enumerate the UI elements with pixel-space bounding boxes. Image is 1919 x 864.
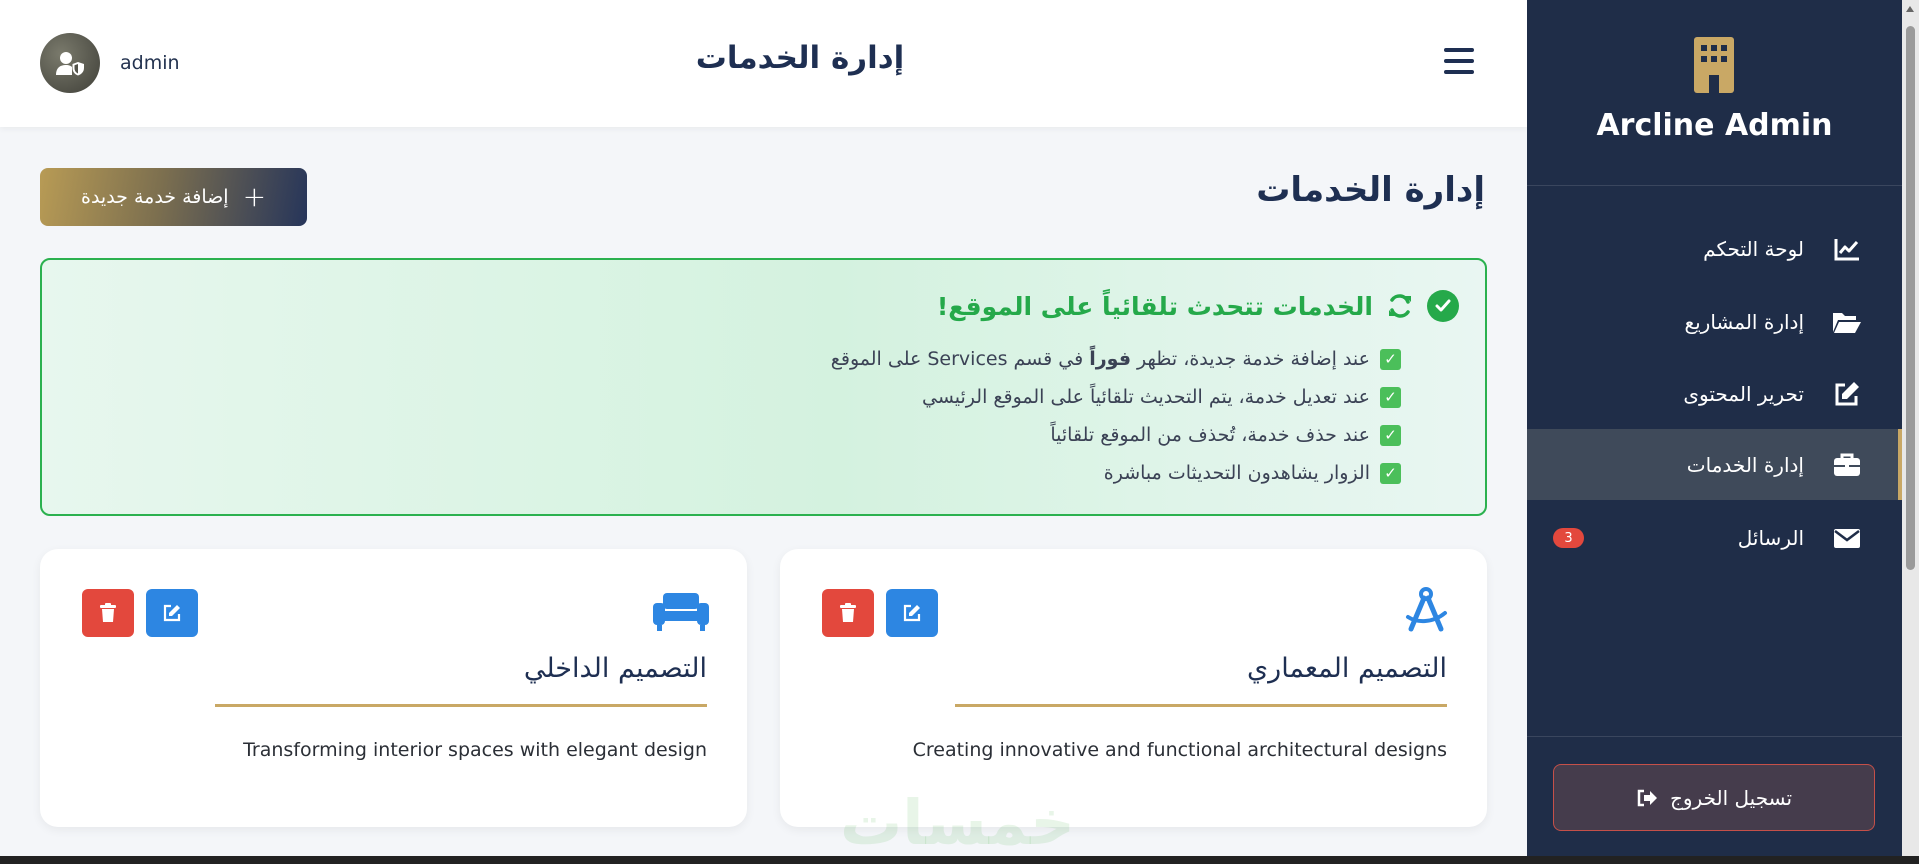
building-icon	[1694, 37, 1734, 93]
service-description: Transforming interior spaces with elegan…	[243, 739, 707, 761]
sync-icon	[1389, 294, 1411, 318]
sidebar-item-label: تحرير المحتوى	[1683, 381, 1804, 406]
notice-item-text: الزوار يشاهدون التحديثات مباشرة	[1103, 462, 1370, 484]
user-shield-icon	[56, 52, 84, 76]
add-service-button[interactable]: + إضافة خدمة جديدة	[40, 168, 307, 226]
avatar[interactable]	[40, 33, 100, 93]
delete-button[interactable]	[822, 589, 874, 637]
edit-button[interactable]	[886, 589, 938, 637]
couch-icon	[653, 593, 709, 631]
window-bottom-edge	[0, 856, 1919, 864]
topbar-title: إدارة الخدمات	[695, 40, 905, 76]
menu-toggle-button[interactable]	[1444, 48, 1474, 74]
sidebar-item-content-editor[interactable]: تحرير المحتوى	[1527, 358, 1902, 429]
drafting-compass-icon	[1406, 587, 1447, 632]
sidebar-divider	[1527, 736, 1902, 737]
list-item: ✓ الزوار يشاهدون التحديثات مباشرة	[831, 454, 1401, 492]
page-title: إدارة الخدمات	[1256, 170, 1485, 210]
delete-button[interactable]	[82, 589, 134, 637]
messages-count-badge: 3	[1553, 528, 1584, 548]
trash-icon	[100, 603, 116, 622]
plus-icon: +	[242, 180, 267, 213]
notice-item-text: عند حذف خدمة، تُحذف من الموقع تلقائياً	[1050, 424, 1370, 446]
sidebar-item-services[interactable]: إدارة الخدمات	[1527, 429, 1902, 500]
sidebar-item-messages[interactable]: 3 الرسائل	[1527, 502, 1902, 573]
sidebar-item-projects[interactable]: إدارة المشاريع	[1527, 286, 1902, 357]
notice-title: الخدمات تتحدث تلقائياً على الموقع!	[936, 291, 1373, 321]
edit-icon	[1832, 380, 1862, 408]
checkbox-icon: ✓	[1380, 348, 1401, 370]
logout-button[interactable]: تسجيل الخروج	[1553, 764, 1875, 831]
edit-icon	[903, 604, 921, 622]
service-title: التصميم المعماري	[1247, 653, 1447, 684]
service-description: Creating innovative and functional archi…	[912, 739, 1447, 761]
list-item: ✓ عند إضافة خدمة جديدة، تظهر فوراً في قس…	[831, 340, 1401, 378]
service-card: التصميم الداخلي Transforming interior sp…	[40, 549, 747, 827]
notice-header: الخدمات تتحدث تلقائياً على الموقع!	[937, 290, 1459, 322]
admin-username[interactable]: admin	[120, 52, 180, 74]
envelope-icon	[1832, 524, 1862, 552]
scroll-thumb[interactable]	[1906, 26, 1915, 570]
checkbox-icon: ✓	[1380, 386, 1401, 408]
checkbox-icon: ✓	[1380, 424, 1401, 446]
check-circle-icon	[1427, 290, 1459, 322]
sidebar-divider	[1527, 185, 1902, 186]
checkbox-icon: ✓	[1380, 462, 1401, 484]
edit-icon	[163, 604, 181, 622]
add-service-label: إضافة خدمة جديدة	[80, 186, 229, 208]
folder-open-icon	[1832, 308, 1862, 336]
hamburger-line	[1444, 70, 1474, 74]
list-item: ✓ عند تعديل خدمة، يتم التحديث تلقائياً ع…	[831, 378, 1401, 416]
sidebar: Arcline Admin لوحة التحكم إدارة المشاريع…	[1527, 0, 1902, 856]
sidebar-item-label: إدارة الخدمات	[1686, 452, 1804, 477]
watermark: خمسات	[840, 786, 1075, 859]
logout-label: تسجيل الخروج	[1669, 785, 1793, 810]
service-title: التصميم الداخلي	[523, 653, 707, 684]
hamburger-line	[1444, 59, 1474, 63]
hamburger-icon	[1444, 48, 1474, 52]
auto-update-notice: الخدمات تتحدث تلقائياً على الموقع! ✓ عند…	[40, 258, 1487, 516]
brand-name: Arcline Admin	[1596, 108, 1833, 143]
notice-list: ✓ عند إضافة خدمة جديدة، تظهر فوراً في قس…	[831, 340, 1401, 492]
briefcase-icon	[1832, 451, 1862, 479]
chart-line-icon	[1832, 235, 1862, 263]
scroll-up-arrow-icon[interactable]	[1906, 6, 1914, 12]
title-divider	[215, 704, 707, 707]
sidebar-item-label: الرسائل	[1737, 525, 1804, 550]
sign-out-icon	[1637, 789, 1657, 806]
notice-item-text: عند تعديل خدمة، يتم التحديث تلقائياً على…	[921, 386, 1370, 408]
main-content: admin إدارة الخدمات إدارة الخدمات + إضاف…	[0, 0, 1527, 859]
list-item: ✓ عند حذف خدمة، تُحذف من الموقع تلقائياً	[831, 416, 1401, 454]
sidebar-item-dashboard[interactable]: لوحة التحكم	[1527, 213, 1902, 284]
edit-button[interactable]	[146, 589, 198, 637]
sidebar-item-label: لوحة التحكم	[1703, 236, 1804, 261]
title-divider	[955, 704, 1447, 707]
scrollbar[interactable]	[1902, 0, 1919, 856]
top-bar: admin إدارة الخدمات	[0, 0, 1527, 127]
notice-item-text: عند إضافة خدمة جديدة، تظهر فوراً في قسم …	[830, 348, 1370, 370]
sidebar-item-label: إدارة المشاريع	[1684, 309, 1804, 334]
trash-icon	[840, 603, 856, 622]
